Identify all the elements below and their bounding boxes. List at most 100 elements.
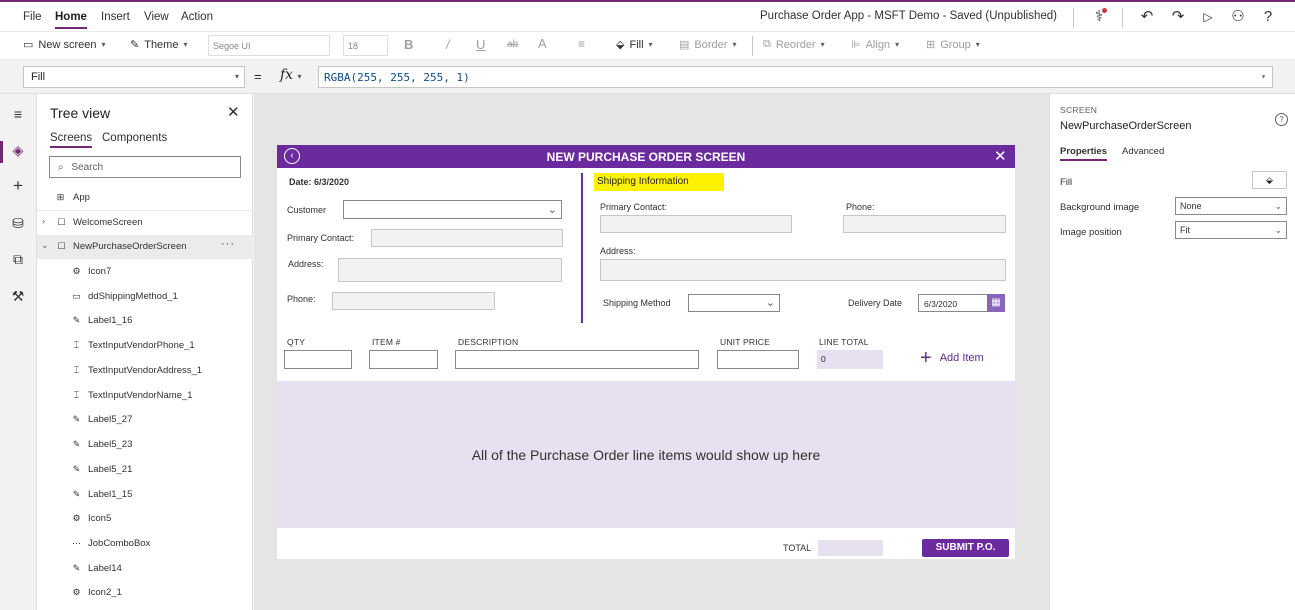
close-icon[interactable]: ✕ xyxy=(227,103,240,121)
font-family-select[interactable]: Segoe UI xyxy=(208,35,330,56)
media-icon[interactable]: ⧉ xyxy=(9,250,27,268)
tree-item-label: TextInputVendorAddress_1 xyxy=(88,365,203,376)
font-color-icon[interactable]: A xyxy=(538,36,547,51)
tab-screens[interactable]: Screens xyxy=(50,132,93,148)
menu-home[interactable]: Home xyxy=(55,11,87,29)
tree-item-label: Label1_16 xyxy=(88,315,133,326)
tree-item-icon7[interactable]: ⚙ Icon7 xyxy=(37,260,253,284)
item-number-input[interactable] xyxy=(369,350,438,369)
help-icon[interactable]: ? xyxy=(1275,113,1288,126)
tree-item-textinputvendoraddress-1[interactable]: ⌶ TextInputVendorAddress_1 xyxy=(37,359,253,383)
formula-bar: Fill ▾ = fx ▾ RGBA(255, 255, 255, 1) ▾ xyxy=(0,60,1295,94)
reorder-button[interactable]: ⧉ Reorder ▾ xyxy=(763,38,825,51)
tree-item-ddshippingmethod-1[interactable]: ▭ ddShippingMethod_1 xyxy=(37,285,253,309)
ship-primary-contact-field[interactable] xyxy=(600,215,792,233)
ship-phone-field[interactable] xyxy=(843,215,1006,233)
align-button[interactable]: ⊫ Align ▾ xyxy=(851,38,899,52)
menu-file[interactable]: File xyxy=(23,11,42,23)
fill-button[interactable]: ⬙ Fill ▾ xyxy=(616,38,653,52)
tree-item-textinputvendorphone-1[interactable]: ⌶ TextInputVendorPhone_1 xyxy=(37,334,253,358)
theme-button[interactable]: ✎ Theme ▾ xyxy=(130,38,187,52)
close-icon[interactable]: ✕ xyxy=(994,147,1007,165)
line-items-gallery[interactable]: All of the Purchase Order line items wou… xyxy=(277,381,1015,528)
add-item-button[interactable]: + Add Item xyxy=(920,347,984,369)
menu-view[interactable]: View xyxy=(144,11,169,23)
phone-field[interactable] xyxy=(332,292,495,310)
tree-item-label5-27[interactable]: ✎ Label5_27 xyxy=(37,408,253,432)
primary-contact-field[interactable] xyxy=(371,229,563,247)
image-position-label: Image position xyxy=(1060,227,1122,238)
tab-components[interactable]: Components xyxy=(102,132,167,144)
fx-button[interactable]: fx ▾ xyxy=(280,67,318,87)
strikethrough-icon[interactable]: ab xyxy=(507,39,518,50)
hamburger-menu-icon[interactable]: ≡ xyxy=(9,105,27,123)
paint-bucket-icon: ⬙ xyxy=(1266,175,1273,185)
tree-item-label5-21[interactable]: ✎ Label5_21 xyxy=(37,458,253,482)
border-button[interactable]: ▤ Border ▾ xyxy=(679,38,736,52)
background-image-select[interactable]: None ⌄ xyxy=(1175,197,1287,215)
expand-formula-icon[interactable]: ▾ xyxy=(1261,72,1266,81)
customer-label: Customer xyxy=(287,205,327,215)
tree-item-icon5[interactable]: ⚙ Icon5 xyxy=(37,507,253,531)
tab-advanced[interactable]: Advanced xyxy=(1122,146,1164,157)
line-total-field: 0 xyxy=(817,350,883,369)
insert-plus-icon[interactable]: + xyxy=(9,177,27,195)
tree-item-textinputvendorname-1[interactable]: ⌶ TextInputVendorName_1 xyxy=(37,384,253,408)
underline-icon[interactable]: U xyxy=(476,37,485,52)
tab-properties[interactable]: Properties xyxy=(1060,146,1107,161)
more-options-icon[interactable]: ··· xyxy=(221,238,235,250)
app-screen-newpurchaseorder[interactable]: ‹ NEW PURCHASE ORDER SCREEN ✕ Date: 6/3/… xyxy=(277,145,1015,559)
delivery-date-input[interactable]: 6/3/2020 xyxy=(918,294,988,312)
tree-item-label14[interactable]: ✎ Label14 xyxy=(37,557,253,581)
selected-kind: SCREEN xyxy=(1060,105,1098,115)
unit-price-input[interactable] xyxy=(717,350,799,369)
share-user-icon[interactable]: ⚇ xyxy=(1229,8,1247,26)
dropdown-icon: ▭ xyxy=(72,291,81,301)
tree-item-label: Label5_21 xyxy=(88,464,133,475)
italic-icon[interactable]: / xyxy=(446,37,450,52)
ship-address-field[interactable] xyxy=(600,259,1006,281)
chevron-down-icon: ▾ xyxy=(101,40,106,49)
submit-po-button[interactable]: SUBMIT P.O. xyxy=(922,539,1009,557)
plus-icon: + xyxy=(920,347,932,369)
group-button[interactable]: ⊞ Group ▾ xyxy=(926,38,980,52)
chevron-right-icon[interactable]: › xyxy=(42,216,45,226)
menu-insert[interactable]: Insert xyxy=(101,11,130,23)
help-icon[interactable]: ? xyxy=(1259,8,1277,26)
combobox-icon: ⋯ xyxy=(72,538,81,548)
tree-item-app[interactable]: ⊞ App xyxy=(37,186,253,210)
tree-item-newpurchaseorderscreen[interactable]: ⌄ ☐ NewPurchaseOrderScreen ··· xyxy=(37,235,253,259)
tree-item-label1-15[interactable]: ✎ Label1_15 xyxy=(37,483,253,507)
formula-input[interactable]: RGBA(255, 255, 255, 1) ▾ xyxy=(318,66,1273,88)
play-icon[interactable]: ▷ xyxy=(1199,8,1217,26)
menu-action[interactable]: Action xyxy=(181,11,213,23)
tree-item-icon2-1[interactable]: ⚙ Icon2_1 xyxy=(37,581,253,605)
chevron-down-icon[interactable]: ⌄ xyxy=(41,240,49,251)
tree-item-label1-16[interactable]: ✎ Label1_16 xyxy=(37,309,253,333)
rail-active-indicator xyxy=(0,141,3,163)
property-select[interactable]: Fill ▾ xyxy=(23,66,245,88)
description-input[interactable] xyxy=(455,350,699,369)
column-header-description: DESCRIPTION xyxy=(458,337,519,347)
image-position-select[interactable]: Fit ⌄ xyxy=(1175,221,1287,239)
data-database-icon[interactable]: ⛁ xyxy=(9,214,27,232)
layers-icon[interactable]: ◈ xyxy=(9,141,27,159)
advanced-tools-icon[interactable]: ⚒ xyxy=(9,287,27,305)
customer-dropdown[interactable]: ⌄ xyxy=(343,200,562,219)
undo-icon[interactable]: ↶ xyxy=(1138,8,1156,26)
bold-icon[interactable]: B xyxy=(404,37,413,52)
fill-color-picker[interactable]: ⬙ xyxy=(1252,171,1287,189)
tree-search-input[interactable]: ⌕ Search xyxy=(49,156,241,178)
shipping-method-dropdown[interactable]: ⌄ xyxy=(688,294,780,312)
new-screen-button[interactable]: ▭ New screen ▾ xyxy=(23,38,106,52)
calendar-icon[interactable]: ▦ xyxy=(987,294,1005,312)
redo-icon[interactable]: ↷ xyxy=(1169,8,1187,26)
address-field[interactable] xyxy=(338,258,562,282)
tree-item-label5-23[interactable]: ✎ Label5_23 xyxy=(37,433,253,457)
font-size-select[interactable]: 18 xyxy=(343,35,388,56)
tree-item-welcomescreen[interactable]: › ☐ WelcomeScreen xyxy=(37,210,253,234)
tree-item-jobcombobox[interactable]: ⋯ JobComboBox xyxy=(37,532,253,556)
column-header-item: ITEM # xyxy=(372,337,401,347)
qty-input[interactable] xyxy=(284,350,352,369)
text-align-icon[interactable]: ≡ xyxy=(578,37,585,51)
